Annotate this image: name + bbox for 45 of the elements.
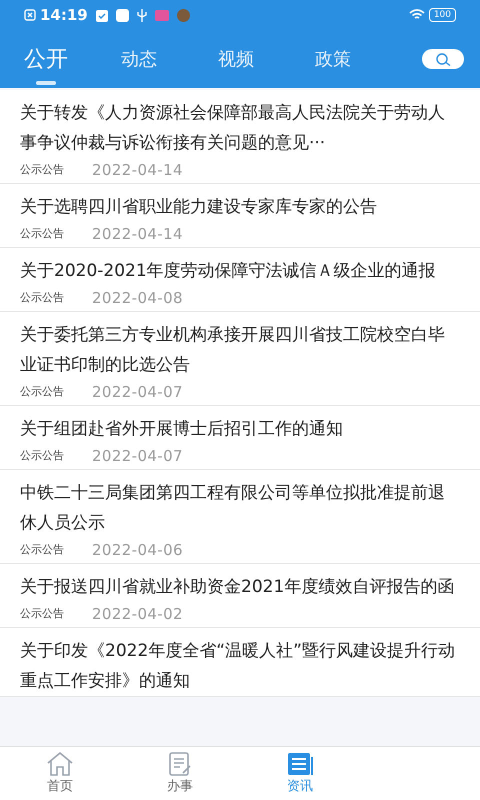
category-label: 公示公告: [20, 384, 65, 400]
article-item[interactable]: 中铁二十三局集团第四工程有限公司等单位拟批准提前退休人员公示 公示公告 2022-04-06: [0, 470, 480, 564]
article-title: 关于组团赴省外开展博士后招引工作的通知: [20, 418, 344, 441]
home-icon: [46, 750, 74, 777]
category-label: 公示公告: [20, 448, 65, 464]
clipboard-icon: [96, 8, 108, 22]
article-date: 2022-04-14: [92, 224, 183, 246]
battery-indicator: 100: [428, 8, 456, 22]
category-label: 公示公告: [20, 226, 65, 242]
search-icon: [436, 52, 450, 66]
article-date: 2022-04-06: [92, 540, 183, 562]
article-date: 2022-04-02: [92, 604, 183, 626]
article-date: 2022-04-07: [92, 446, 183, 468]
document-icon: [167, 750, 193, 777]
article-title: 中铁二十三局集团第四工程有限公司等单位拟批准提前退休人员公示: [20, 482, 446, 535]
article-title: 关于委托第三方专业机构承接开展四川省技工院校空白毕业证书印制的比选公告: [20, 324, 446, 377]
nav-item[interactable]: 办事: [120, 747, 240, 800]
article-item[interactable]: 关于选聘四川省职业能力建设专家库专家的公告 公示公告 2022-04-14: [0, 184, 480, 248]
category-label: 公示公告: [20, 290, 65, 306]
wifi-icon: [408, 9, 425, 21]
sim-icon: [24, 9, 36, 21]
category-label: 公示公告: [20, 162, 65, 178]
article-item[interactable]: 关于报送四川省就业补助资金2021年度绩效自评报告的函 公示公告 2022-04-02: [0, 564, 480, 628]
article-title: 关于转发《人力资源社会保障部最高人民法院关于劳动人事争议仲裁与诉讼衔接有关问题的意见···: [20, 102, 446, 155]
article-title: 关于2020-2021年度劳动保障守法诚信Ａ级企业的通报: [20, 260, 437, 283]
article-item[interactable]: 关于印发《2022年度全省“温暖人社”暨行风建设提升行动重点工作安排》的通知: [0, 628, 480, 697]
status-time: 14:19: [40, 4, 88, 26]
nav-item[interactable]: 首页: [0, 747, 120, 800]
article-date: 2022-04-08: [92, 288, 183, 310]
article-item[interactable]: 关于2020-2021年度劳动保障守法诚信Ａ级企业的通报 公示公告 2022-04-08: [0, 248, 480, 312]
nav-item[interactable]: 资讯: [240, 747, 360, 800]
article-date: 2022-04-14: [92, 160, 183, 182]
article-item[interactable]: 关于委托第三方专业机构承接开展四川省技工院校空白毕业证书印制的比选公告 公示公告 2022-04-07: [0, 312, 480, 406]
article-item[interactable]: 关于组团赴省外开展博士后招引工作的通知 公示公告 2022-04-07: [0, 406, 480, 470]
category-label: 公示公告: [20, 606, 65, 622]
tab-indicator: [36, 81, 56, 85]
category-label: 公示公告: [20, 542, 65, 558]
article-title: 关于印发《2022年度全省“温暖人社”暨行风建设提升行动重点工作安排》的通知: [20, 640, 456, 693]
article-item[interactable]: 关于转发《人力资源社会保障部最高人民法院关于劳动人事争议仲裁与诉讼衔接有关问题的意见··· 公示公告 2022-04-14: [0, 90, 480, 184]
article-title: 关于报送四川省就业补助资金2021年度绩效自评报告的函: [20, 576, 456, 599]
article-date: 2022-04-07: [92, 382, 183, 404]
newspaper-icon: [286, 750, 314, 777]
avatar-icon: [176, 8, 190, 22]
search-button[interactable]: [422, 49, 464, 69]
article-title: 关于选聘四川省职业能力建设专家库专家的公告: [20, 196, 378, 219]
